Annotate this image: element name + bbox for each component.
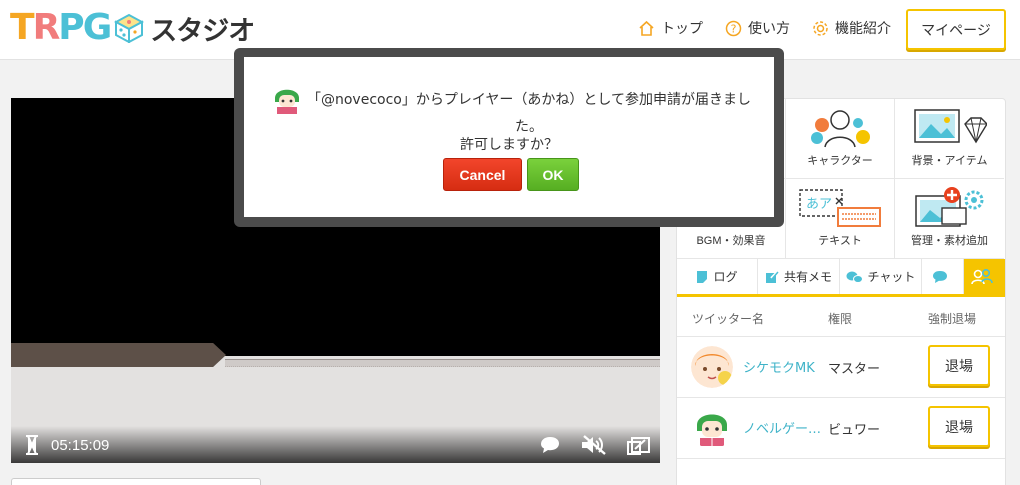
tab-chat[interactable]: チャット: [840, 259, 922, 294]
stage-nameplate: [11, 343, 226, 367]
join-request-dialog: 「@novecoco」からプレイヤー（あかね）として参加申請が届きまし た。 許…: [244, 57, 774, 217]
dialog-message: 「@novecoco」からプレイヤー（あかね）として参加申請が届きまし た。: [304, 87, 754, 141]
stage-rail: [225, 359, 660, 367]
dialog-message-line1: 「@novecoco」からプレイヤー（あかね）として参加申請が届きまし: [306, 92, 752, 108]
site-logo[interactable]: T R P G スタジオ: [10, 7, 255, 48]
tab-memo-label: 共有メモ: [783, 270, 832, 284]
avatar: [691, 407, 733, 449]
avatar: [691, 346, 733, 388]
user-name[interactable]: ノベルゲー…: [743, 418, 823, 437]
elapsed-time: 05:15:09: [51, 437, 110, 454]
tile-text-label: テキスト: [818, 235, 862, 247]
users-icon: [971, 268, 993, 284]
question-icon: ?: [725, 20, 742, 36]
tile-background-item[interactable]: 背景・アイテム: [895, 99, 1004, 179]
tile-manage-add-label: 管理・素材追加: [911, 235, 988, 247]
logo-letter-p: P: [58, 7, 84, 48]
nav-top-label: トップ: [661, 21, 703, 37]
nav-howto-label: 使い方: [748, 21, 790, 37]
mute-icon[interactable]: [581, 435, 607, 455]
dialog-question: 許可しますか？: [460, 137, 558, 153]
col-kick: 強制退場: [928, 312, 977, 326]
nav-features[interactable]: 機能紹介: [812, 18, 891, 38]
svg-text:あア: あア: [806, 197, 832, 212]
tab-log[interactable]: ログ: [677, 259, 758, 294]
tile-bgm-label: BGM・効果音: [696, 235, 766, 247]
nav-features-label: 機能紹介: [835, 21, 891, 37]
hourglass-icon: [26, 435, 38, 455]
cancel-button[interactable]: Cancel: [443, 158, 522, 191]
tab-memo[interactable]: 共有メモ: [758, 259, 840, 294]
kick-button[interactable]: 退場: [928, 345, 990, 386]
fullscreen-icon[interactable]: [627, 434, 651, 456]
memo-icon: [765, 269, 779, 283]
col-role: 権限: [828, 312, 853, 326]
comment-toggle-icon[interactable]: [540, 436, 560, 454]
nav-howto[interactable]: ? 使い方: [725, 18, 790, 38]
panel-tabs: ログ 共有メモ チャット: [677, 259, 1005, 297]
logo-letter-g: G: [82, 7, 113, 48]
requester-avatar: [275, 89, 299, 114]
character-icon: [811, 110, 870, 148]
manage-add-icon: [914, 187, 983, 227]
col-twitter-name: ツイッター名: [692, 312, 765, 326]
tab-users[interactable]: [964, 259, 1005, 294]
logo-letter-t: T: [10, 7, 35, 48]
user-role: マスター: [828, 362, 881, 377]
gear-icon: [813, 20, 828, 36]
logo-text: スタジオ: [150, 15, 255, 47]
tab-log-label: ログ: [713, 270, 738, 284]
text-icon: あア: [799, 189, 881, 227]
tile-character[interactable]: キャラクター: [786, 99, 895, 179]
user-name[interactable]: シケモクMK: [743, 357, 823, 376]
svg-text:?: ?: [731, 22, 737, 35]
tab-chat-label: チャット: [867, 270, 916, 284]
kick-button[interactable]: 退場: [928, 406, 990, 447]
table-row: ノベルゲー… ビュワー 退場: [677, 397, 1005, 459]
mypage-button[interactable]: マイページ: [906, 9, 1006, 50]
log-icon: [697, 270, 708, 283]
nav-top[interactable]: トップ: [638, 18, 703, 38]
tile-text[interactable]: あア テキスト: [786, 179, 895, 259]
ok-button[interactable]: OK: [527, 158, 579, 191]
logo-letter-r: R: [32, 7, 61, 48]
tile-background-item-label: 背景・アイテム: [911, 155, 988, 167]
tile-character-label: キャラクター: [807, 155, 873, 167]
tile-manage-add[interactable]: 管理・素材追加: [895, 179, 1004, 259]
user-role: ビュワー: [828, 423, 881, 438]
table-row: シケモクMK マスター 退場: [677, 336, 1005, 398]
background-item-icon: [913, 109, 987, 144]
dice-icon: [114, 13, 145, 43]
home-icon: [639, 20, 654, 36]
tab-speech[interactable]: [922, 259, 964, 294]
speech-icon: [933, 270, 947, 283]
below-video-box: [11, 478, 261, 485]
chat-icon: [846, 271, 863, 283]
user-table-header: ツイッター名 権限 強制退場: [677, 299, 1005, 337]
